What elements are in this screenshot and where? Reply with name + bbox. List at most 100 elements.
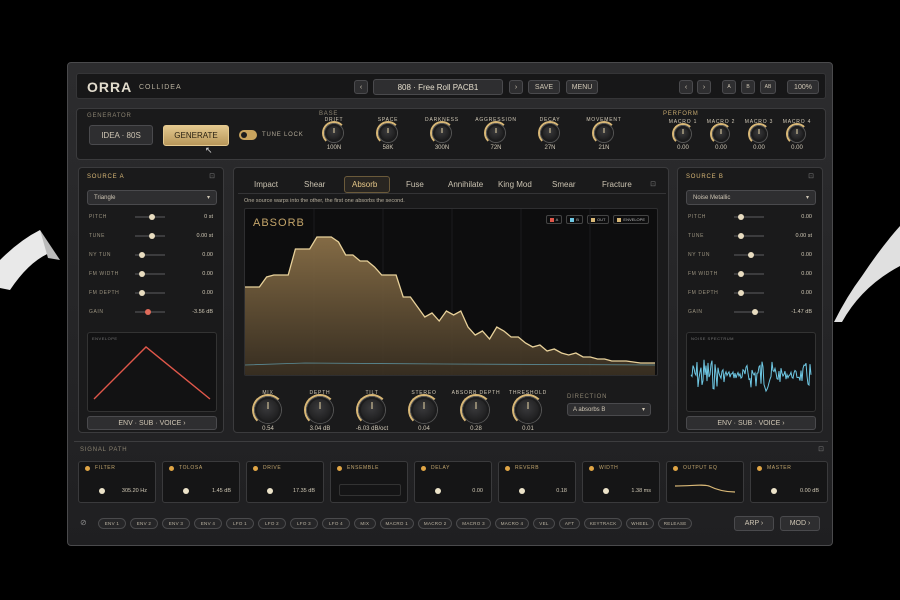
macro-knob-2-dial[interactable]: [713, 126, 729, 142]
collide-knob-depth-dial[interactable]: [307, 397, 333, 423]
module-knob[interactable]: [771, 488, 777, 494]
source-a-waveform-select[interactable]: Triangle ▾: [87, 190, 217, 205]
mod-source-aft[interactable]: AFT: [558, 518, 581, 529]
a-button[interactable]: A: [722, 80, 736, 94]
source_a-param-handle[interactable]: [149, 233, 155, 239]
source_a-param-handle[interactable]: [139, 290, 145, 296]
next-preset-button[interactable]: ›: [509, 80, 523, 94]
mod-source-macro-4[interactable]: MACRO 4: [494, 518, 530, 529]
source_a-param-handle[interactable]: [139, 271, 145, 277]
direction-select[interactable]: A absorbs B ▾: [567, 403, 651, 416]
redo-button[interactable]: ›: [697, 80, 711, 94]
mod-source-lfo-3[interactable]: LFO 3: [290, 518, 318, 529]
module-knob[interactable]: [435, 488, 441, 494]
module-power-led[interactable]: [85, 466, 90, 471]
source_b-param-handle[interactable]: [748, 252, 754, 258]
mod-source-env-2[interactable]: ENV 2: [130, 518, 158, 529]
module-master[interactable]: MASTER 0.00 dB: [750, 461, 828, 503]
menu-button[interactable]: MENU: [566, 80, 598, 94]
module-power-led[interactable]: [253, 466, 258, 471]
mod-source-wheel[interactable]: WHEEL: [626, 518, 654, 529]
source_a-param-handle[interactable]: [139, 252, 145, 258]
mod-source-env-3[interactable]: ENV 3: [162, 518, 190, 529]
link-icon[interactable]: ⊘: [80, 518, 87, 527]
mod-source-lfo-4[interactable]: LFO 4: [322, 518, 350, 529]
generator-knob-movement-dial[interactable]: [595, 124, 613, 142]
mod-source-vel[interactable]: VEL: [533, 518, 555, 529]
source_b-param-handle[interactable]: [738, 233, 744, 239]
generator-knob-drift-dial[interactable]: [325, 124, 343, 142]
arp-button[interactable]: ARP ›: [734, 516, 774, 531]
module-tolosa[interactable]: TOLOSA 1.45 dB: [162, 461, 240, 503]
tab-king-mod[interactable]: King Mod: [498, 180, 532, 189]
mod-source-release[interactable]: RELEASE: [658, 518, 693, 529]
generate-button[interactable]: GENERATE: [163, 125, 229, 146]
mod-source-lfo-1[interactable]: LFO 1: [226, 518, 254, 529]
generator-knob-darkness-dial[interactable]: [433, 124, 451, 142]
tab-impact[interactable]: Impact: [254, 180, 278, 189]
module-knob[interactable]: [267, 488, 273, 494]
module-reverb[interactable]: REVERB 0.18: [498, 461, 576, 503]
source-b-waveform-select[interactable]: Noise Metallic ▾: [686, 190, 816, 205]
module-power-led[interactable]: [337, 466, 342, 471]
source_b-param-handle[interactable]: [738, 271, 744, 277]
module-delay[interactable]: DELAY 0.00: [414, 461, 492, 503]
collide-knob-threshold-dial[interactable]: [515, 397, 541, 423]
source_b-param-handle[interactable]: [738, 290, 744, 296]
source_b-param-handle[interactable]: [738, 214, 744, 220]
save-button[interactable]: SAVE: [528, 80, 560, 94]
module-power-led[interactable]: [757, 466, 762, 471]
module-output-eq[interactable]: OUTPUT EQ: [666, 461, 744, 503]
module-power-led[interactable]: [421, 466, 426, 471]
source_a-param-handle[interactable]: [145, 309, 151, 315]
zoom-button[interactable]: 100%: [787, 80, 819, 94]
undo-button[interactable]: ‹: [679, 80, 693, 94]
tune-lock-toggle[interactable]: [239, 130, 257, 140]
module-power-led[interactable]: [505, 466, 510, 471]
module-power-led[interactable]: [169, 466, 174, 471]
macro-knob-4-dial[interactable]: [789, 126, 805, 142]
module-knob[interactable]: [519, 488, 525, 494]
mod-source-macro-1[interactable]: MACRO 1: [379, 518, 414, 529]
mod-source-macro-2[interactable]: MACRO 2: [418, 518, 453, 529]
generator-knob-space-dial[interactable]: [379, 124, 397, 142]
lock-icon[interactable]: ⊡: [818, 445, 824, 453]
prev-preset-button[interactable]: ‹: [354, 80, 368, 94]
mod-button[interactable]: MOD ›: [780, 516, 820, 531]
source-a-footer-button[interactable]: ENV · SUB · VOICE ›: [87, 416, 217, 430]
module-power-led[interactable]: [589, 466, 594, 471]
generator-knob-aggression-dial[interactable]: [487, 124, 505, 142]
tab-smear[interactable]: Smear: [552, 180, 576, 189]
preset-selector[interactable]: 808 · Free Roll PACB1: [373, 79, 503, 95]
idea-source-selector[interactable]: IDEA · 80S: [89, 125, 153, 145]
mod-source-mix[interactable]: MIX: [354, 518, 376, 529]
module-ensemble[interactable]: ENSEMBLE: [330, 461, 408, 503]
mod-source-macro-3[interactable]: MACRO 3: [456, 518, 491, 529]
collide-knob-mix-dial[interactable]: [255, 397, 281, 423]
macro-knob-3-dial[interactable]: [751, 126, 767, 142]
module-width[interactable]: WIDTH 1.38 ms: [582, 461, 660, 503]
tab-shear[interactable]: Shear: [304, 180, 325, 189]
lock-icon[interactable]: ⊡: [650, 180, 656, 188]
ensemble-mode-strip[interactable]: [339, 484, 401, 496]
tab-fuse[interactable]: Fuse: [406, 180, 424, 189]
module-filter[interactable]: FILTER 305.20 Hz: [78, 461, 156, 503]
source_b-param-handle[interactable]: [752, 309, 758, 315]
module-drive[interactable]: DRIVE 17.35 dB: [246, 461, 324, 503]
module-knob[interactable]: [99, 488, 105, 494]
mod-source-env-1[interactable]: ENV 1: [98, 518, 126, 529]
generator-knob-decay-dial[interactable]: [541, 124, 559, 142]
ab-compare-button[interactable]: AB: [760, 80, 776, 94]
module-power-led[interactable]: [673, 466, 678, 471]
tab-annihilate[interactable]: Annihilate: [448, 180, 483, 189]
mod-source-env-4[interactable]: ENV 4: [194, 518, 222, 529]
mod-source-keytrack[interactable]: KEYTRACK: [584, 518, 622, 529]
b-button[interactable]: B: [741, 80, 755, 94]
source-b-footer-button[interactable]: ENV · SUB · VOICE ›: [686, 416, 816, 430]
module-knob[interactable]: [603, 488, 609, 494]
collide-knob-stereo-dial[interactable]: [411, 397, 437, 423]
lock-icon[interactable]: ⊡: [209, 172, 215, 180]
source_a-param-handle[interactable]: [149, 214, 155, 220]
collide-knob-tilt-dial[interactable]: [359, 397, 385, 423]
mod-source-lfo-2[interactable]: LFO 2: [258, 518, 286, 529]
